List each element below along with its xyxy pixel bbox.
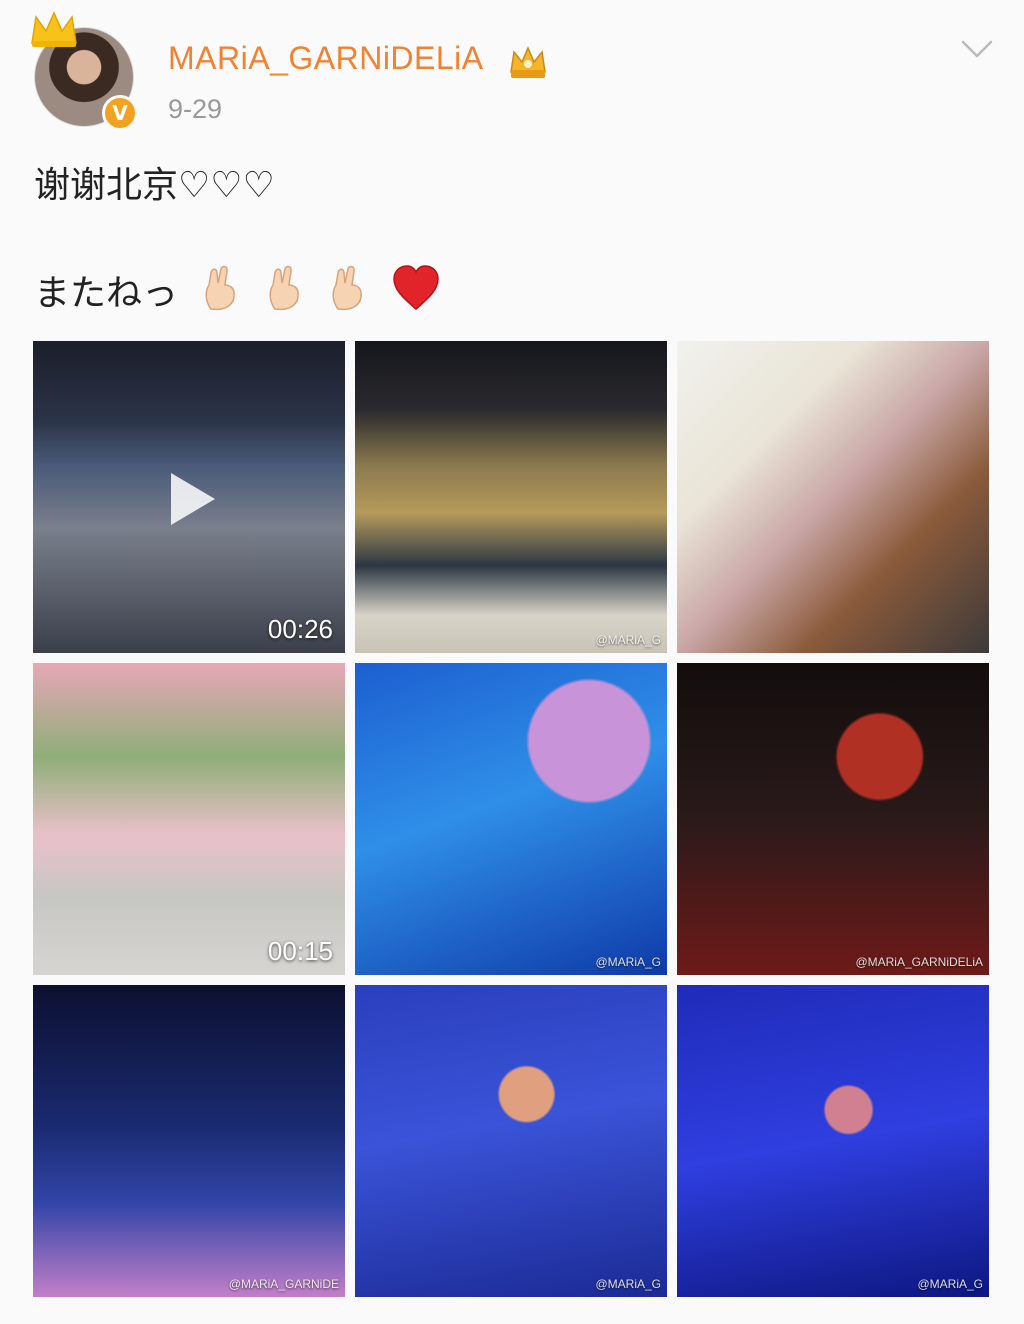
media-tile-photo[interactable]: @MARiA_G bbox=[355, 341, 667, 653]
video-duration: 00:26 bbox=[267, 614, 333, 644]
crossed-fingers-emoji bbox=[269, 265, 299, 311]
media-tile-photo[interactable]: @MARiA_G bbox=[355, 985, 667, 1297]
vip-crown-badge-icon[interactable] bbox=[505, 42, 551, 80]
watermark: @MARiA_G bbox=[595, 1277, 661, 1291]
avatar[interactable]: V bbox=[31, 11, 138, 131]
watermark: @MARiA_GARNiDELiA bbox=[855, 955, 983, 969]
chevron-down-icon[interactable] bbox=[960, 38, 994, 60]
play-icon[interactable] bbox=[165, 469, 219, 529]
media-tile-video[interactable]: 00:26 bbox=[33, 341, 345, 653]
verified-badge-icon: V bbox=[102, 95, 138, 131]
post-header: V MARiA_GARNiDELiA 9-29 bbox=[0, 0, 1024, 140]
media-tile-photo[interactable]: @MARiA_G bbox=[677, 985, 989, 1297]
post-date: 9-29 bbox=[168, 94, 223, 124]
crown-icon bbox=[31, 11, 77, 47]
post-text-line-2: またねっ bbox=[34, 264, 440, 316]
post-text: 谢谢北京 bbox=[34, 165, 179, 206]
media-tile-photo[interactable] bbox=[677, 341, 989, 653]
post-text-line-1: 谢谢北京♡♡♡ bbox=[34, 156, 275, 208]
hearts-text: ♡♡♡ bbox=[178, 165, 275, 206]
video-duration: 00:15 bbox=[267, 936, 333, 966]
media-tile-photo[interactable]: @MARiA_GARNiDELiA bbox=[677, 663, 989, 975]
watermark: @MARiA_GARNiDE bbox=[228, 1277, 339, 1291]
watermark: @MARiA_G bbox=[917, 1277, 983, 1291]
watermark: @MARiA_G bbox=[595, 633, 661, 647]
watermark: @MARiA_G bbox=[595, 955, 661, 969]
media-tile-photo[interactable]: @MARiA_GARNiDE bbox=[33, 985, 345, 1297]
post-text: またねっ bbox=[34, 273, 179, 314]
red-heart-emoji bbox=[393, 265, 439, 310]
media-tile-photo[interactable]: @MARiA_G bbox=[355, 663, 667, 975]
crossed-fingers-emoji bbox=[205, 265, 236, 311]
username[interactable]: MARiA_GARNiDELiA bbox=[168, 40, 484, 77]
media-grid: 00:26 @MARiA_G 00:15 @MARiA_G @MARiA_GAR… bbox=[33, 341, 989, 1298]
media-tile-video[interactable]: 00:15 bbox=[33, 663, 345, 975]
crossed-fingers-emoji bbox=[332, 265, 363, 311]
